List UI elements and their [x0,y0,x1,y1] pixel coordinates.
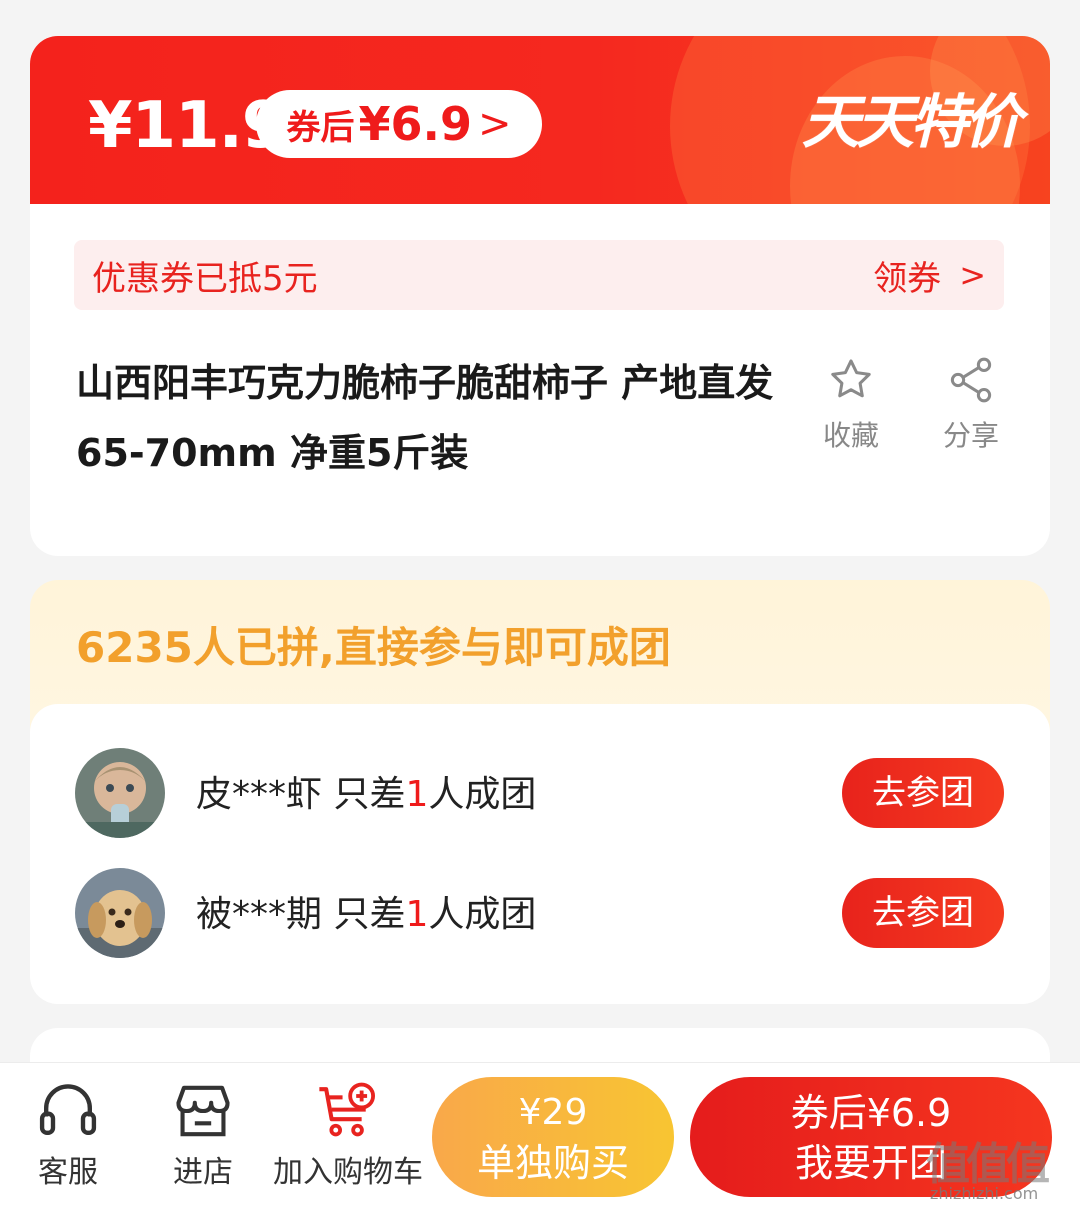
favorite-label: 收藏 [822,419,879,452]
group-user-name: 皮***虾 [196,774,323,815]
join-group-button[interactable]: 去参团 [842,758,1004,828]
claim-coupon-label: 领券 [873,258,942,299]
site-watermark: 值值值 zhizhizhi.com [926,1128,1076,1208]
coupon-price-value: ¥6.9 [358,97,472,151]
coupon-price-label: 券后 [286,107,355,148]
chevron-right-icon: > [959,256,986,294]
add-to-cart-label: 加入购物车 [273,1155,423,1190]
watermark-logo: 值值值 [926,1139,1050,1190]
group-need-count: 1 [405,894,429,935]
coupon-strip[interactable]: 优惠券已抵5元 领券 > [74,240,1004,310]
claim-coupon-link[interactable]: 领券 > [873,251,986,300]
add-to-cart-button[interactable]: 加入购物车 [272,1081,424,1191]
watermark-url: zhizhizhi.com [930,1184,1039,1203]
group-list: 皮***虾 只差1人成团 去参团 被***期 只差1人成团 去参团 [30,704,1050,1004]
product-card: ¥11.9 券后 ¥6.9 > 天天特价 优惠券已抵5元 领券 > 山西阳丰巧克… [30,36,1050,556]
group-need-count: 1 [405,774,429,815]
add-to-cart-icon [319,1082,375,1137]
store-button[interactable]: 进店 [158,1081,248,1191]
group-buy-header: 6235人已拼,直接参与即可成团 [76,623,671,672]
chevron-right-icon: > [477,101,512,147]
group-row: 被***期 只差1人成团 去参团 [30,868,1050,964]
product-title: 山西阳丰巧克力脆柿子脆甜柿子 产地直发 65-70mm 净重5斤装 [76,361,774,475]
group-user-name: 被***期 [196,894,323,935]
share-icon [950,357,992,403]
share-button[interactable]: 分享 [926,354,1016,454]
avatar [75,748,165,838]
buy-alone-price: ¥29 [518,1092,588,1133]
coupon-text: 优惠券已抵5元 [92,258,318,299]
store-label: 进店 [173,1155,233,1190]
group-buy-card: 6235人已拼,直接参与即可成团 皮***虾 只差1人成团 去参团 被***期 … [30,580,1050,1004]
store-icon [176,1085,230,1137]
star-icon [831,359,871,398]
avatar [75,868,165,958]
customer-service-button[interactable]: 客服 [30,1081,106,1191]
join-group-button[interactable]: 去参团 [842,878,1004,948]
customer-service-label: 客服 [38,1155,98,1190]
share-label: 分享 [942,419,999,452]
group-row-text: 被***期 只差1人成团 [196,890,536,940]
favorite-button[interactable]: 收藏 [806,354,896,454]
group-need-text: 只差 [333,774,406,815]
group-row: 皮***虾 只差1人成团 去参团 [30,748,1050,844]
bottom-action-bar: 客服 进店 加入购物车 ¥29 单独购买 券后¥6.9 我要开团 [0,1062,1080,1213]
price-banner: ¥11.9 券后 ¥6.9 > 天天特价 [30,36,1050,204]
group-need-text: 只差 [333,894,406,935]
headset-icon [39,1084,97,1135]
brand-logo: 天天特价 [801,88,1022,156]
coupon-price-pill[interactable]: 券后 ¥6.9 > [256,90,542,158]
group-need-suffix: 人成团 [428,894,537,935]
buy-alone-label: 单独购买 [476,1141,629,1185]
buy-alone-button[interactable]: ¥29 单独购买 [432,1077,674,1197]
group-need-suffix: 人成团 [428,774,537,815]
group-row-text: 皮***虾 只差1人成团 [196,770,536,820]
